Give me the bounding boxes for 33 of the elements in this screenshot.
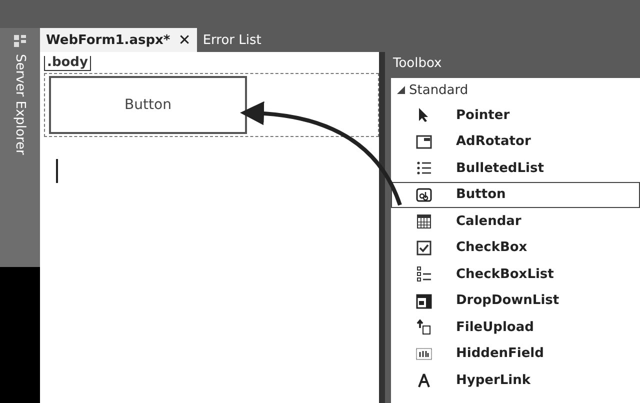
panel-icon (416, 134, 432, 150)
tab-label: Error List (202, 32, 262, 48)
tab-label: WebForm1.aspx* (46, 32, 170, 48)
text-cursor (56, 159, 58, 183)
toolbox-item[interactable]: CheckBox (391, 234, 640, 261)
checklist-icon (416, 266, 432, 282)
toolbox-item[interactable]: Button (391, 182, 640, 208)
tag-label: .body (44, 56, 91, 71)
toolbox-item[interactable]: CheckBoxList (391, 261, 640, 288)
calendar-icon (416, 213, 432, 230)
list-icon (416, 160, 432, 176)
panel-title: Toolbox (392, 55, 443, 73)
hidden-field-icon (416, 346, 432, 362)
document-tab[interactable]: WebForm1.aspx* ✕ (40, 28, 197, 52)
toolbox-item[interactable]: Pointer (391, 102, 640, 128)
document-tab[interactable]: Error List (196, 28, 268, 52)
toolbox-item[interactable]: BulletedList (391, 155, 640, 182)
toolbox-item[interactable]: DropDownList (391, 288, 640, 314)
designer-button[interactable]: Button (49, 76, 247, 134)
dropdown-icon (416, 292, 432, 309)
upload-icon (416, 319, 432, 336)
checkbox-icon (416, 240, 432, 256)
toolbox-item[interactable]: HiddenField (391, 340, 640, 367)
close-button[interactable]: ✕ (178, 31, 191, 49)
toolbox-item[interactable]: FileUpload (391, 314, 640, 340)
toolbox-item[interactable]: Calendar (391, 208, 640, 234)
toolbox-item[interactable]: AdRotator (391, 128, 640, 155)
group-label: Standard (409, 82, 468, 98)
expander-icon[interactable] (397, 86, 405, 94)
side-panel-tab[interactable]: Server Explorer (12, 54, 28, 155)
group-header[interactable]: Standard (391, 78, 640, 102)
toolbox-item[interactable]: HyperLink (391, 367, 640, 394)
letter-icon (416, 372, 432, 388)
